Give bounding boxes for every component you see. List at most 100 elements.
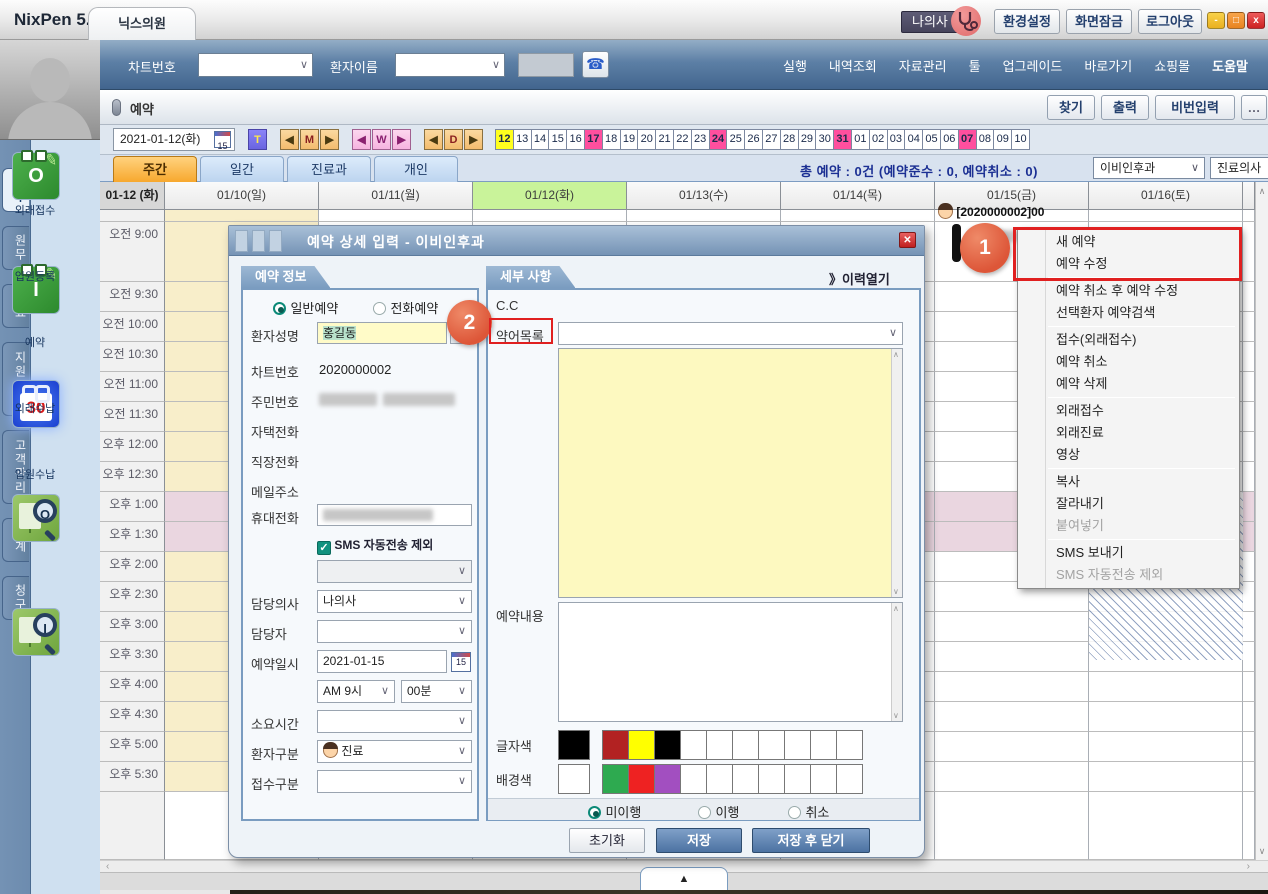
collapse-up-button[interactable]: ▲ (640, 867, 728, 891)
font-color-swatch[interactable] (836, 730, 863, 760)
textarea-scrollbar[interactable] (891, 603, 902, 721)
menu-item-잘라내기[interactable]: 잘라내기 (1018, 493, 1239, 515)
next-week-icon[interactable]: ▶ (392, 129, 411, 150)
reset-button[interactable]: 초기화 (569, 828, 645, 853)
schedule-cell[interactable] (1089, 672, 1243, 702)
day-cell-03[interactable]: 03 (887, 129, 906, 150)
외래수납-icon[interactable]: O (12, 494, 60, 542)
bg-color-swatch[interactable] (706, 764, 733, 794)
restore-button[interactable]: □ (1227, 12, 1245, 29)
recv-type-select[interactable]: ∨ (317, 770, 472, 793)
menu-item-외래접수[interactable]: 외래접수 (1018, 400, 1239, 422)
date-picker[interactable]: 2021-01-12(화) 15 (113, 128, 235, 151)
tab-진료과[interactable]: 진료과 (287, 156, 371, 182)
month-button[interactable]: M (300, 129, 319, 150)
close-button[interactable]: x (1247, 12, 1265, 29)
settings-button[interactable]: 환경설정 (994, 9, 1060, 34)
day-cell-14[interactable]: 14 (531, 129, 550, 150)
day-cell-20[interactable]: 20 (637, 129, 656, 150)
schedule-cell[interactable] (165, 210, 319, 222)
menu-item-외래진료[interactable]: 외래진료 (1018, 422, 1239, 444)
bg-color-swatch[interactable] (810, 764, 837, 794)
calendar-icon[interactable]: 15 (214, 131, 231, 148)
menu-item-SMS 보내기[interactable]: SMS 보내기 (1018, 542, 1239, 564)
font-color-swatch[interactable] (680, 730, 707, 760)
font-color-swatch[interactable] (628, 730, 655, 760)
mobile-input[interactable] (317, 504, 472, 526)
top-menu-item-실행[interactable]: 실행 (783, 56, 807, 75)
day-header-01/14(목)[interactable]: 01/14(목) (781, 182, 935, 210)
menu-item-복사[interactable]: 복사 (1018, 471, 1239, 493)
입원수납-icon[interactable]: I (12, 608, 60, 656)
day-cell-08[interactable]: 08 (976, 129, 995, 150)
day-cell-10[interactable]: 10 (1011, 129, 1030, 150)
sms-phone-button[interactable]: ☎ (582, 51, 609, 78)
status-radio-done[interactable]: 이행 (698, 802, 739, 822)
day-cell-06[interactable]: 06 (940, 129, 959, 150)
schedule-cell[interactable] (1089, 210, 1243, 222)
top-menu-item-도움말[interactable]: 도움말 (1212, 56, 1248, 75)
sms-exclude-checkbox[interactable]: ✓ SMS 자동전송 제외 (317, 536, 433, 555)
day-cell-29[interactable]: 29 (798, 129, 817, 150)
font-color-swatch[interactable] (758, 730, 785, 760)
font-color-swatch[interactable] (654, 730, 681, 760)
day-header-01/11(월)[interactable]: 01/11(월) (319, 182, 473, 210)
vertical-scrollbar[interactable]: ∧ ∨ (1255, 182, 1268, 860)
menu-item-예약 취소[interactable]: 예약 취소 (1018, 351, 1239, 373)
font-color-current[interactable] (558, 730, 590, 760)
calendar-icon[interactable]: 15 (451, 652, 471, 672)
top-menu-item-바로가기[interactable]: 바로가기 (1084, 56, 1132, 75)
menu-item-예약 삭제[interactable]: 예약 삭제 (1018, 373, 1239, 395)
bg-color-swatch[interactable] (758, 764, 785, 794)
next-day-icon[interactable]: ▶ (464, 129, 483, 150)
font-color-swatch[interactable] (784, 730, 811, 760)
next-month-icon[interactable]: ▶ (320, 129, 339, 150)
schedule-cell[interactable] (935, 642, 1089, 672)
top-menu-item-자료관리[interactable]: 자료관리 (899, 56, 947, 75)
bg-color-current[interactable] (558, 764, 590, 794)
day-cell-13[interactable]: 13 (513, 129, 532, 150)
day-cell-22[interactable]: 22 (673, 129, 692, 150)
print-button[interactable]: 출력 (1101, 95, 1149, 120)
schedule-cell[interactable] (935, 762, 1089, 792)
bg-color-swatch[interactable] (602, 764, 629, 794)
textarea-scrollbar[interactable] (891, 349, 902, 597)
font-color-swatch[interactable] (602, 730, 629, 760)
day-cell-24[interactable]: 24 (709, 129, 728, 150)
chart-no-combo[interactable]: ∨ (198, 53, 313, 77)
day-cell-21[interactable]: 21 (655, 129, 674, 150)
top-menu-item-내역조회[interactable]: 내역조회 (829, 56, 877, 75)
dialog-close-icon[interactable]: ✕ (899, 232, 916, 248)
schedule-cell[interactable] (1089, 732, 1243, 762)
day-button[interactable]: D (444, 129, 463, 150)
day-cell-17[interactable]: 17 (584, 129, 603, 150)
top-menu-item-툴[interactable]: 툴 (969, 56, 981, 75)
font-color-swatch[interactable] (810, 730, 837, 760)
day-cell-15[interactable]: 15 (548, 129, 567, 150)
schedule-cell[interactable] (627, 210, 781, 222)
day-cell-27[interactable]: 27 (762, 129, 781, 150)
bg-color-swatch[interactable] (654, 764, 681, 794)
menu-item-예약 취소 후 예약 수정[interactable]: 예약 취소 후 예약 수정 (1018, 280, 1239, 302)
bg-color-swatch[interactable] (836, 764, 863, 794)
type-radio-general[interactable]: 일반예약 (273, 298, 338, 318)
dialog-title-bar[interactable]: 예약 상세 입력 - 이비인후과 ✕ (229, 226, 924, 256)
font-color-swatch[interactable] (706, 730, 733, 760)
minimize-button[interactable]: - (1207, 12, 1225, 29)
day-header-01/16(토)[interactable]: 01/16(토) (1089, 182, 1243, 210)
duration-select[interactable]: ∨ (317, 710, 472, 733)
hour-select[interactable]: AM 9시∨ (317, 680, 395, 703)
password-entry-button[interactable]: 비번입력 (1155, 95, 1235, 120)
tab-주간[interactable]: 주간 (113, 156, 197, 182)
menu-item-선택환자 예약검색[interactable]: 선택환자 예약검색 (1018, 302, 1239, 324)
day-header-01/13(수)[interactable]: 01/13(수) (627, 182, 781, 210)
status-radio-pending[interactable]: 미이행 (588, 802, 641, 822)
schedule-cell[interactable] (1089, 762, 1243, 792)
department-select[interactable]: 이비인후과∨ (1093, 157, 1205, 179)
find-button[interactable]: 찾기 (1047, 95, 1095, 120)
day-cell-12[interactable]: 12 (495, 129, 514, 150)
schedule-cell[interactable] (781, 210, 935, 222)
staff-select[interactable]: ∨ (317, 620, 472, 643)
today-button[interactable]: T (248, 129, 267, 150)
tab-개인[interactable]: 개인 (374, 156, 458, 182)
